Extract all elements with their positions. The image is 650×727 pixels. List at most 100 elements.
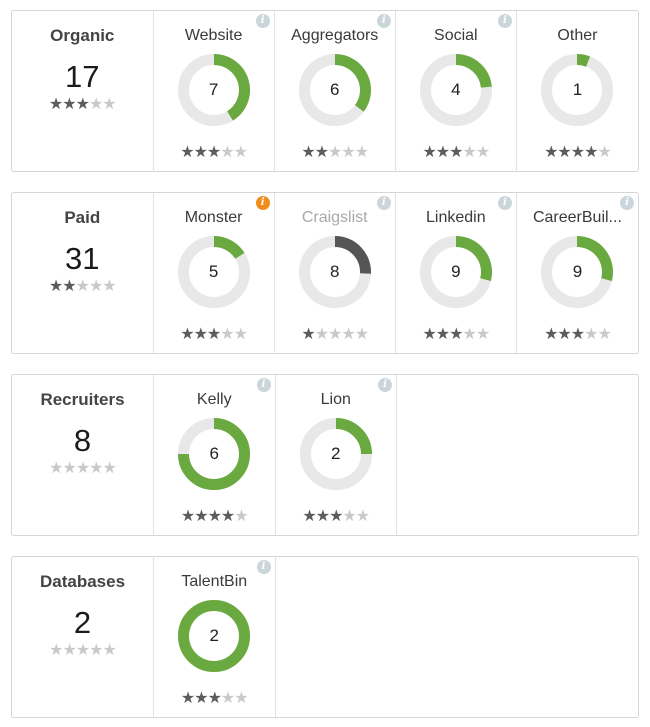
source-donut: 8 bbox=[298, 235, 372, 309]
star-icon: ★ bbox=[544, 144, 558, 161]
source-count: 1 bbox=[572, 80, 583, 99]
star-icon: ★ bbox=[102, 96, 116, 113]
star-icon: ★ bbox=[557, 326, 571, 343]
star-icon: ★ bbox=[62, 460, 76, 477]
source-count: 7 bbox=[208, 80, 219, 99]
info-icon[interactable]: i bbox=[376, 196, 391, 210]
group-rating: ★★★★★ bbox=[49, 460, 117, 477]
info-icon[interactable]: i bbox=[497, 196, 512, 210]
star-icon: ★ bbox=[314, 326, 329, 343]
source-tile[interactable]: i Kelly 6 ★★★★★ bbox=[154, 375, 276, 535]
star-icon: ★ bbox=[328, 144, 342, 161]
source-rating: ★★★★★ bbox=[275, 327, 395, 343]
source-tile[interactable]: i CareerBuil... 9 ★★★★★ bbox=[517, 193, 638, 353]
source-name: Linkedin bbox=[426, 209, 486, 226]
source-tile[interactable]: i Craigslist 8 ★★★★★ bbox=[275, 193, 396, 353]
star-icon: ★ bbox=[194, 508, 208, 525]
star-icon: ★ bbox=[102, 642, 117, 659]
warning-info-icon[interactable]: i bbox=[255, 196, 270, 210]
star-icon: ★ bbox=[301, 144, 315, 161]
group-title: Databases bbox=[39, 572, 126, 591]
star-icon: ★ bbox=[207, 508, 222, 525]
source-rating: ★★★★★ bbox=[154, 145, 274, 161]
source-donut: 6 bbox=[298, 53, 372, 127]
star-icon: ★ bbox=[544, 326, 558, 343]
star-icon: ★ bbox=[48, 96, 63, 113]
star-icon: ★ bbox=[475, 144, 490, 161]
group-total: 31 bbox=[65, 241, 100, 276]
source-tile[interactable]: i Monster 5 ★★★★★ bbox=[154, 193, 275, 353]
source-name: Lion bbox=[320, 391, 351, 408]
info-icon[interactable]: i bbox=[378, 378, 392, 392]
info-icon[interactable]: i bbox=[376, 14, 391, 28]
info-icon[interactable]: i bbox=[256, 560, 271, 574]
info-icon[interactable]: i bbox=[497, 14, 512, 28]
source-rating: ★★★★★ bbox=[396, 327, 516, 343]
source-count: 6 bbox=[329, 80, 340, 99]
star-icon: ★ bbox=[301, 326, 315, 343]
star-icon: ★ bbox=[88, 278, 103, 295]
star-icon: ★ bbox=[354, 144, 369, 161]
source-tile[interactable]: i TalentBin 2 ★★★★★ bbox=[154, 557, 276, 717]
star-icon: ★ bbox=[89, 460, 103, 477]
source-donut: 1 bbox=[540, 53, 614, 127]
star-icon: ★ bbox=[193, 326, 208, 343]
star-icon: ★ bbox=[355, 508, 370, 525]
star-icon: ★ bbox=[234, 508, 248, 525]
source-tile[interactable]: i Social 4 ★★★★★ bbox=[396, 11, 517, 171]
source-donut: 2 bbox=[299, 417, 373, 491]
source-name: Craigslist bbox=[301, 209, 368, 226]
star-icon: ★ bbox=[597, 144, 611, 161]
group-summary: Organic 17 ★★★★★ bbox=[12, 11, 154, 171]
source-tile[interactable]: i Lion 2 ★★★★★ bbox=[276, 375, 397, 535]
star-icon: ★ bbox=[193, 144, 208, 161]
star-icon: ★ bbox=[422, 326, 436, 343]
info-icon[interactable]: i bbox=[255, 14, 270, 28]
star-icon: ★ bbox=[315, 508, 330, 525]
star-icon: ★ bbox=[62, 278, 76, 295]
star-icon: ★ bbox=[557, 144, 571, 161]
source-name: CareerBuil... bbox=[532, 209, 622, 226]
star-icon: ★ bbox=[597, 326, 611, 343]
group-card-databases: Databases 2 ★★★★★ i TalentBin 2 ★★★★★ bbox=[11, 556, 639, 718]
star-icon: ★ bbox=[75, 278, 90, 295]
source-name: Aggregators bbox=[291, 27, 379, 44]
group-rating: ★★★★★ bbox=[49, 278, 117, 295]
group-summary: Paid 31 ★★★★★ bbox=[12, 193, 154, 353]
group-total: 2 bbox=[73, 605, 92, 640]
star-icon: ★ bbox=[49, 460, 63, 477]
star-icon: ★ bbox=[570, 326, 585, 343]
source-name: Website bbox=[184, 27, 243, 44]
star-icon: ★ bbox=[462, 326, 476, 343]
source-tile[interactable]: i Website 7 ★★★★★ bbox=[154, 11, 275, 171]
star-icon: ★ bbox=[435, 326, 450, 343]
source-tile[interactable]: i Linkedin 9 ★★★★★ bbox=[396, 193, 517, 353]
star-icon: ★ bbox=[233, 326, 248, 343]
star-icon: ★ bbox=[220, 508, 235, 525]
star-icon: ★ bbox=[584, 144, 598, 161]
star-icon: ★ bbox=[475, 326, 490, 343]
star-icon: ★ bbox=[435, 144, 450, 161]
group-card-recruiters: Recruiters 8 ★★★★★ i Kelly 6 ★★★★★ i Lio… bbox=[11, 374, 639, 536]
star-icon: ★ bbox=[180, 508, 195, 525]
info-icon[interactable]: i bbox=[256, 378, 271, 392]
group-rating: ★★★★★ bbox=[48, 96, 117, 113]
source-name: TalentBin bbox=[181, 573, 248, 590]
source-donut: 7 bbox=[177, 53, 251, 127]
source-count: 2 bbox=[209, 626, 219, 645]
source-donut: 4 bbox=[419, 53, 493, 127]
star-icon: ★ bbox=[75, 460, 90, 477]
star-icon: ★ bbox=[449, 326, 463, 343]
source-name: Kelly bbox=[196, 391, 232, 408]
source-tile[interactable]: Other 1 ★★★★★ bbox=[517, 11, 638, 171]
star-icon: ★ bbox=[206, 144, 221, 161]
source-count: 9 bbox=[572, 262, 583, 281]
source-tile[interactable]: i Aggregators 6 ★★★★★ bbox=[275, 11, 396, 171]
star-icon: ★ bbox=[570, 144, 585, 161]
info-icon[interactable]: i bbox=[619, 196, 634, 210]
star-icon: ★ bbox=[220, 326, 234, 343]
star-icon: ★ bbox=[462, 144, 476, 161]
source-count: 9 bbox=[451, 262, 461, 281]
source-rating: ★★★★★ bbox=[517, 145, 638, 161]
star-icon: ★ bbox=[194, 690, 208, 707]
